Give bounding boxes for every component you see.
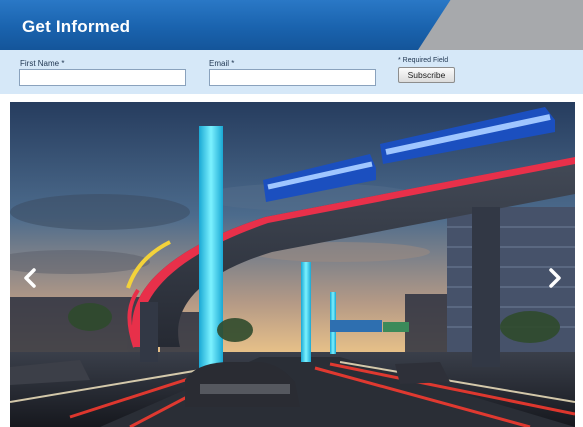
chevron-right-icon[interactable] xyxy=(543,267,565,289)
image-slider xyxy=(10,102,575,427)
required-field-note: * Required Field xyxy=(398,57,449,64)
first-name-field[interactable] xyxy=(19,69,186,86)
email-label: Email * xyxy=(209,59,235,68)
chevron-left-icon[interactable] xyxy=(20,267,42,289)
signup-form: First Name * Email * * Required Field xyxy=(0,50,583,94)
site-header: Get Informed xyxy=(0,0,583,50)
slide-image xyxy=(10,102,575,427)
first-name-label: First Name * xyxy=(20,59,65,68)
email-field[interactable] xyxy=(209,69,376,86)
page-title: Get Informed xyxy=(22,17,131,36)
subscribe-button[interactable]: Subscribe xyxy=(398,67,455,83)
